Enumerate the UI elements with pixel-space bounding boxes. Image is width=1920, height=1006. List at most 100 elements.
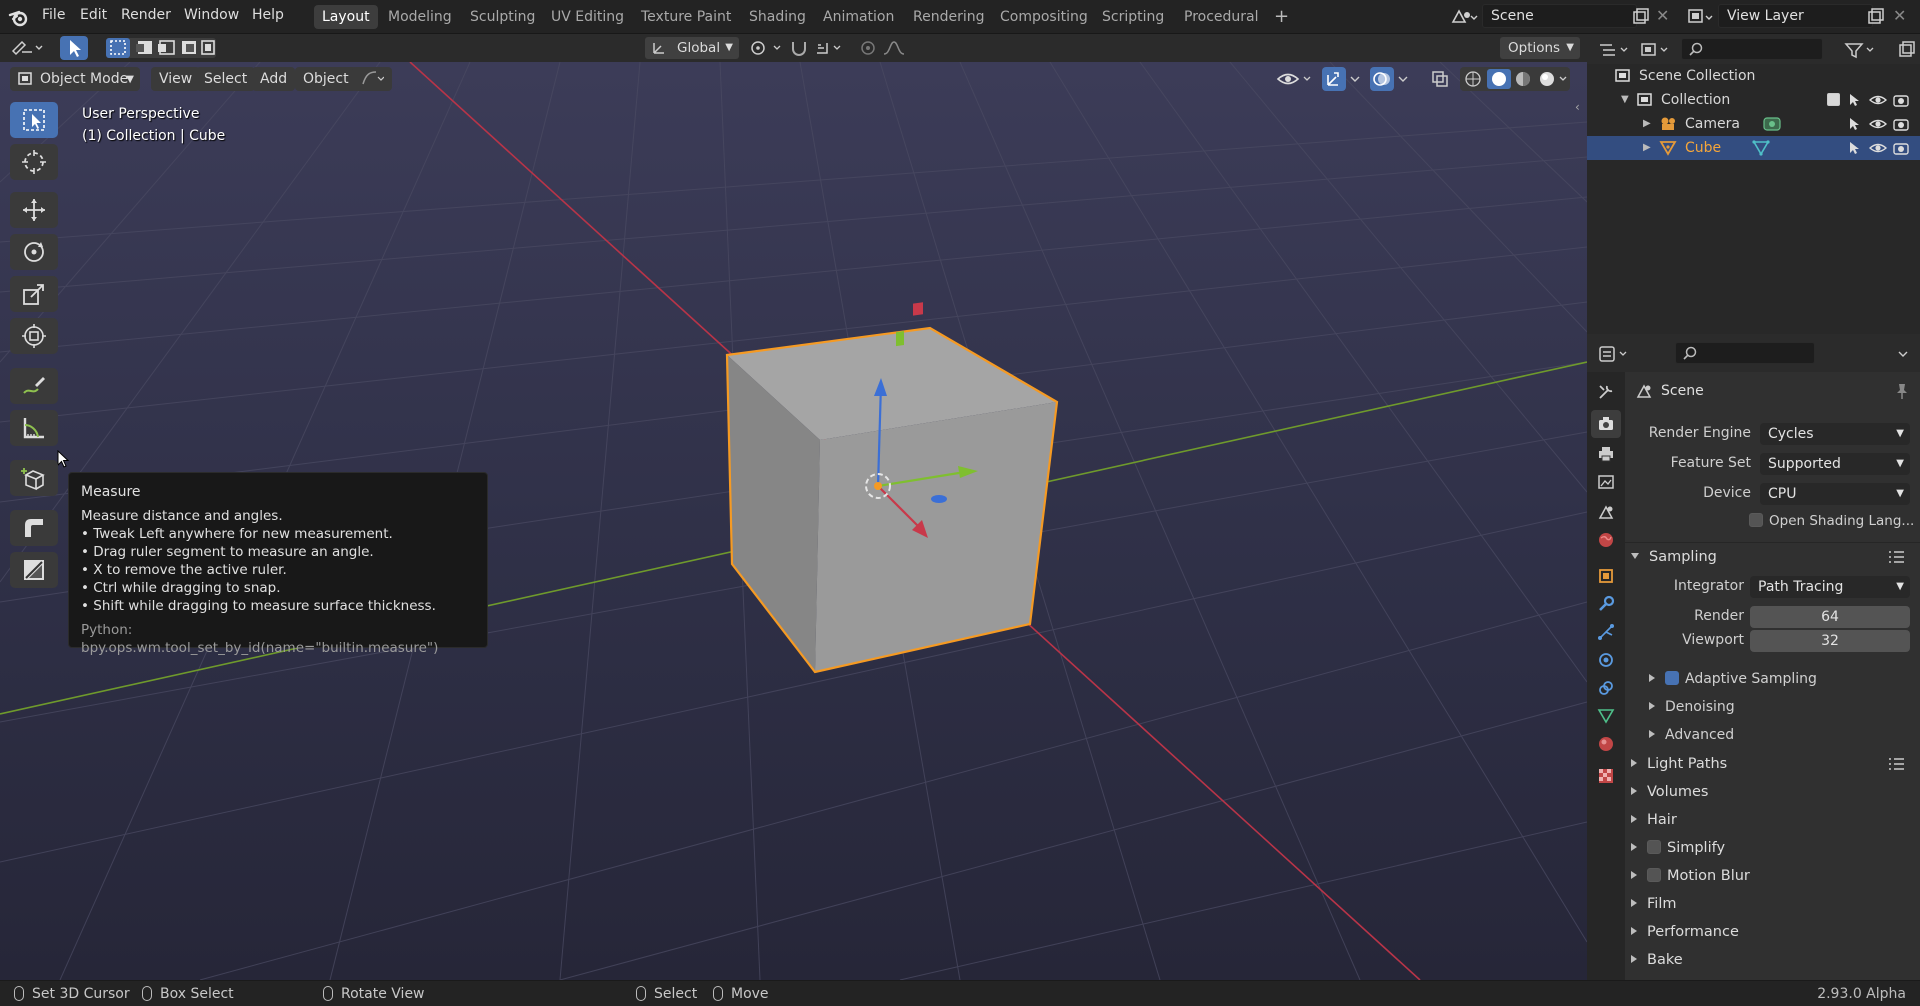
tool-select-box[interactable] <box>10 102 58 138</box>
mesh-data-icon[interactable] <box>1752 139 1770 157</box>
tab-data[interactable] <box>1591 702 1621 730</box>
viewport-menu-select[interactable]: Select <box>196 67 256 91</box>
shading-mode-buttons[interactable] <box>1460 67 1570 91</box>
select-tool-button[interactable] <box>60 36 88 60</box>
delete-scene-icon[interactable]: ✕ <box>1656 6 1669 25</box>
camera-render-icon[interactable] <box>1892 116 1910 132</box>
new-view-layer-icon[interactable] <box>1866 7 1886 27</box>
tab-constraints[interactable] <box>1591 674 1621 702</box>
tab-material[interactable] <box>1591 730 1621 758</box>
outliner-cube[interactable]: ▶ Cube <box>1587 136 1920 160</box>
tab-sculpting[interactable]: Sculpting <box>462 5 543 29</box>
eye-icon[interactable] <box>1869 93 1887 107</box>
panel-hair[interactable]: Hair <box>1631 807 1911 833</box>
tab-layout[interactable]: Layout <box>314 5 378 29</box>
snap-icon[interactable] <box>790 38 850 58</box>
object-mode-dropdown[interactable]: Object Mode ▼ <box>10 67 140 91</box>
outliner-scene-collection[interactable]: Scene Collection <box>1587 64 1920 88</box>
select-arrow-icon[interactable] <box>1847 116 1863 132</box>
transform-orientation-dropdown[interactable]: Global ▼ <box>645 37 739 59</box>
subpanel-denoising[interactable]: Denoising <box>1649 695 1909 719</box>
properties-editor-type-icon[interactable] <box>1597 344 1631 364</box>
tab-scene[interactable] <box>1591 498 1621 526</box>
subpanel-adaptive-sampling[interactable]: Adaptive Sampling <box>1649 667 1909 691</box>
tab-scripting[interactable]: Scripting <box>1094 5 1172 29</box>
outliner-search-input[interactable] <box>1681 38 1823 60</box>
panel-bake[interactable]: Bake <box>1631 947 1911 973</box>
eye-icon[interactable] <box>1869 117 1887 131</box>
display-mode-icon[interactable] <box>1639 40 1673 60</box>
exclude-checkbox[interactable] <box>1827 93 1840 106</box>
visibility-selectability-icon[interactable] <box>1276 68 1314 90</box>
eye-icon[interactable] <box>1869 141 1887 155</box>
gizmo-toggle-button[interactable] <box>1322 67 1346 91</box>
render-samples-field[interactable]: 64 <box>1750 606 1910 628</box>
proportional-editing-icon[interactable] <box>858 38 918 58</box>
tab-procedural[interactable]: Procedural <box>1176 5 1267 29</box>
panel-performance[interactable]: Performance <box>1631 919 1911 945</box>
tab-shading[interactable]: Shading <box>741 5 814 29</box>
view-layer-name-field[interactable]: View Layer <box>1718 4 1873 28</box>
scene-selector-icon[interactable] <box>1449 6 1479 28</box>
blender-logo-icon[interactable] <box>8 7 30 27</box>
add-workspace-icon[interactable]: + <box>1266 5 1297 29</box>
xray-toggle-icon[interactable] <box>1430 69 1450 89</box>
tab-animation[interactable]: Animation <box>815 5 902 29</box>
transform-affect-button[interactable] <box>352 67 392 91</box>
menu-render[interactable]: Render <box>121 7 171 23</box>
panel-volumes[interactable]: Volumes <box>1631 779 1911 805</box>
select-arrow-icon[interactable] <box>1847 140 1863 156</box>
menu-file[interactable]: File <box>42 7 65 23</box>
outliner-collection[interactable]: ▼ Collection <box>1587 88 1920 112</box>
panel-light-paths[interactable]: Light Paths <box>1631 751 1911 777</box>
tool-knife[interactable] <box>10 552 58 588</box>
viewport-menu-view[interactable]: View <box>151 67 201 91</box>
outliner-editor-type-icon[interactable] <box>1597 40 1631 60</box>
panel-film[interactable]: Film <box>1631 891 1911 917</box>
3d-viewport[interactable]: Object Mode ▼ View Select Add Object Use… <box>0 62 1587 980</box>
device-dropdown[interactable]: CPU ▼ <box>1760 483 1910 505</box>
presets-list-icon[interactable] <box>1887 756 1905 772</box>
tool-scale[interactable] <box>10 276 58 312</box>
tool-transform[interactable] <box>10 318 58 354</box>
menu-help[interactable]: Help <box>252 7 284 23</box>
pin-icon[interactable] <box>1893 382 1911 400</box>
select-arrow-icon[interactable] <box>1847 92 1863 108</box>
viewport-menu-object[interactable]: Object <box>295 67 357 91</box>
motion-blur-checkbox[interactable] <box>1647 868 1661 882</box>
adaptive-sampling-checkbox[interactable] <box>1665 671 1679 685</box>
sidebar-toggle-icon[interactable]: ‹ <box>1575 100 1580 114</box>
camera-render-icon[interactable] <box>1892 92 1910 108</box>
overlays-toggle-button[interactable] <box>1370 67 1394 91</box>
scene-name-field[interactable]: Scene <box>1482 4 1637 28</box>
panel-simplify[interactable]: Simplify <box>1631 835 1911 861</box>
camera-data-icon[interactable] <box>1762 115 1782 133</box>
camera-render-icon[interactable] <box>1892 140 1910 156</box>
tab-output[interactable] <box>1591 440 1621 468</box>
viewport-menu-add[interactable]: Add <box>252 67 296 91</box>
menu-edit[interactable]: Edit <box>80 7 107 23</box>
tab-uv-editing[interactable]: UV Editing <box>543 5 632 29</box>
tab-view-layer[interactable] <box>1591 468 1621 496</box>
tool-rotate[interactable] <box>10 234 58 270</box>
delete-view-layer-icon[interactable]: ✕ <box>1893 6 1906 25</box>
tab-particles[interactable] <box>1591 618 1621 646</box>
simplify-checkbox[interactable] <box>1647 840 1661 854</box>
tool-measure[interactable] <box>10 410 58 446</box>
panel-sampling[interactable]: Sampling <box>1631 544 1911 570</box>
chevron-down-icon[interactable] <box>1395 70 1411 88</box>
selection-mode-buttons[interactable] <box>106 38 216 58</box>
outliner-camera[interactable]: ▶ Camera <box>1587 112 1920 136</box>
tab-texture[interactable] <box>1591 762 1621 790</box>
chevron-down-icon[interactable] <box>1895 346 1911 362</box>
pivot-point-icon[interactable] <box>748 39 786 57</box>
tab-modeling[interactable]: Modeling <box>380 5 460 29</box>
osl-checkbox-row[interactable]: Open Shading Lang... <box>1749 510 1919 532</box>
osl-checkbox[interactable] <box>1749 513 1763 527</box>
tab-render[interactable] <box>1591 410 1621 438</box>
tool-cursor[interactable] <box>10 144 58 180</box>
tab-physics[interactable] <box>1591 646 1621 674</box>
tool-annotate[interactable] <box>10 368 58 404</box>
tab-rendering[interactable]: Rendering <box>905 5 993 29</box>
tab-tool[interactable] <box>1591 378 1621 406</box>
